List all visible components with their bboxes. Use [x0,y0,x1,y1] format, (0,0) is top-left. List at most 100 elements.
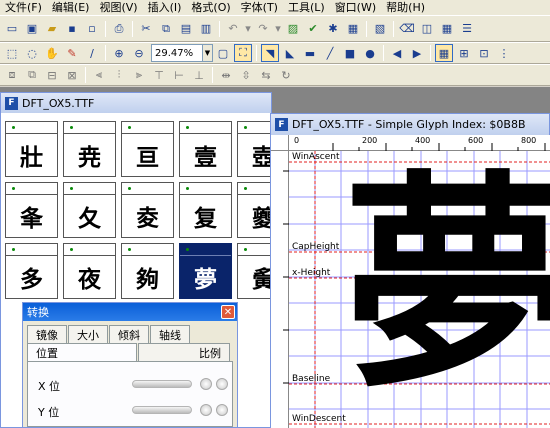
combine-icon[interactable]: ⊟ [43,66,61,84]
save-all-icon[interactable]: ▫ [83,20,101,38]
font-window-titlebar[interactable]: F DFT_OX5.TTF [1,93,271,113]
menu-window[interactable]: 窗口(W) [330,0,381,15]
image-icon[interactable]: ▨ [284,20,302,38]
align-middle-icon[interactable]: ⊢ [170,66,188,84]
rotate-icon[interactable]: ↻ [277,66,295,84]
redo-icon[interactable]: ↷ [254,20,272,38]
new-font-icon[interactable]: ▣ [23,20,41,38]
x-spin-knob[interactable] [200,378,212,390]
pointer-tool-icon[interactable]: ◥ [261,44,279,62]
save-icon[interactable]: ▪ [63,20,81,38]
ellipse-icon[interactable]: ● [361,44,379,62]
menu-help[interactable]: 帮助(H) [381,0,430,15]
glyph-cell[interactable]: 亘 [121,121,174,177]
distribute-v-icon[interactable]: ⇳ [237,66,255,84]
close-icon[interactable]: ✕ [221,305,235,319]
print-icon[interactable]: ⎙ [110,20,128,38]
brush-icon[interactable]: ∕ [83,44,101,62]
select-icon[interactable]: ⬚ [3,44,21,62]
tab-scale[interactable]: 比例 [138,343,230,361]
glyph-cell[interactable]: 夠 [121,243,174,299]
glyph-cell[interactable]: 复 [179,182,232,238]
y-position-slider[interactable] [132,406,192,414]
glyph-cell[interactable]: 多 [5,243,58,299]
distribute-h-icon[interactable]: ⇹ [217,66,235,84]
menu-file[interactable]: 文件(F) [0,0,47,15]
y-spin-knob-2[interactable] [216,404,228,416]
layers-icon[interactable]: ☰ [458,20,476,38]
x-position-slider[interactable] [132,380,192,388]
break-icon[interactable]: ⊠ [63,66,81,84]
grid-toggle-icon[interactable]: ▦ [438,20,456,38]
line-icon[interactable]: ╱ [321,44,339,62]
check-icon[interactable]: ✔ [304,20,322,38]
align-left-icon[interactable]: ⫷ [90,66,108,84]
nodes-icon[interactable]: ⋮ [495,44,513,62]
guides-icon[interactable]: ⊡ [475,44,493,62]
align-center-icon[interactable]: ⫶ [110,66,128,84]
mark-icon[interactable]: ✱ [324,20,342,38]
font-window-icon[interactable]: ▧ [371,20,389,38]
node-tool-icon[interactable]: ◣ [281,44,299,62]
prev-glyph-icon[interactable]: ◀ [388,44,406,62]
undo-dropdown-icon[interactable]: ▾ [244,20,252,38]
glyph-cell[interactable]: 夢 [179,243,232,299]
transform-dialog-titlebar[interactable]: 转换 [23,303,237,321]
glyph-cell[interactable]: 夌 [121,182,174,238]
show-grid-icon[interactable]: ▦ [435,44,453,62]
menu-format[interactable]: 格式(O) [186,0,235,15]
next-glyph-icon[interactable]: ▶ [408,44,426,62]
menu-view[interactable]: 视图(V) [94,0,142,15]
tab-skew[interactable]: 倾斜 [109,325,149,343]
paste-special-icon[interactable]: ▥ [197,20,215,38]
knife-icon[interactable]: ▬ [301,44,319,62]
horizontal-ruler: 0 200 400 600 800 [289,135,550,151]
glyph-canvas[interactable]: WinAscent CapHeight x-Height Baseline Wi… [289,151,550,428]
y-spin-knob[interactable] [200,404,212,416]
erase-icon[interactable]: ⌫ [398,20,416,38]
group-icon[interactable]: ⧈ [3,66,21,84]
new-file-icon[interactable]: ▭ [3,20,21,38]
window-icon[interactable]: ▦ [344,20,362,38]
paste-icon[interactable]: ▤ [177,20,195,38]
glyph-cell[interactable]: 壯 [5,121,58,177]
tab-size[interactable]: 大小 [68,325,108,343]
menu-font[interactable]: 字体(T) [236,0,283,15]
align-bottom-icon[interactable]: ⊥ [190,66,208,84]
glyph-cell[interactable]: 夆 [5,182,58,238]
align-top-icon[interactable]: ⊤ [150,66,168,84]
flip-icon[interactable]: ⇆ [257,66,275,84]
menu-edit[interactable]: 编辑(E) [47,0,95,15]
fit-icon[interactable]: ▢ [214,44,232,62]
glyph-outline[interactable]: 夢 [343,151,550,425]
zoom-fit-icon[interactable]: ⛶ [234,44,252,62]
glyph-cell[interactable]: 夜 [63,243,116,299]
align-right-icon[interactable]: ⫸ [130,66,148,84]
pen-icon[interactable]: ✎ [63,44,81,62]
hand-icon[interactable]: ✋ [43,44,61,62]
menu-insert[interactable]: 插入(I) [143,0,187,15]
undo-icon[interactable]: ↶ [224,20,242,38]
glyph-window-titlebar[interactable]: F DFT_OX5.TTF - Simple Glyph Index: $0B8… [271,114,549,135]
snap-icon[interactable]: ⊞ [455,44,473,62]
glyph-cell[interactable]: 壹 [179,121,232,177]
menu-tools[interactable]: 工具(L) [283,0,330,15]
glyph-cell[interactable]: 夂 [63,182,116,238]
glyph-cell[interactable]: 尭 [63,121,116,177]
copy-icon[interactable]: ⧉ [157,20,175,38]
zoom-input[interactable]: 29.47% [151,44,203,62]
cut-icon[interactable]: ✂ [137,20,155,38]
hint-icon[interactable]: ◫ [418,20,436,38]
ungroup-icon[interactable]: ⧉ [23,66,41,84]
zoom-in-icon[interactable]: ⊕ [110,44,128,62]
open-folder-icon[interactable]: ▰ [43,20,61,38]
tab-position[interactable]: 位置 [27,343,137,361]
lasso-icon[interactable]: ◌ [23,44,41,62]
rectangle-icon[interactable]: ■ [341,44,359,62]
zoom-dropdown-icon[interactable]: ▼ [203,44,213,62]
tab-axis[interactable]: 轴线 [150,325,190,343]
redo-dropdown-icon[interactable]: ▾ [274,20,282,38]
zoom-out-icon[interactable]: ⊖ [130,44,148,62]
x-spin-knob-2[interactable] [216,378,228,390]
tab-mirror[interactable]: 镜像 [27,325,67,343]
